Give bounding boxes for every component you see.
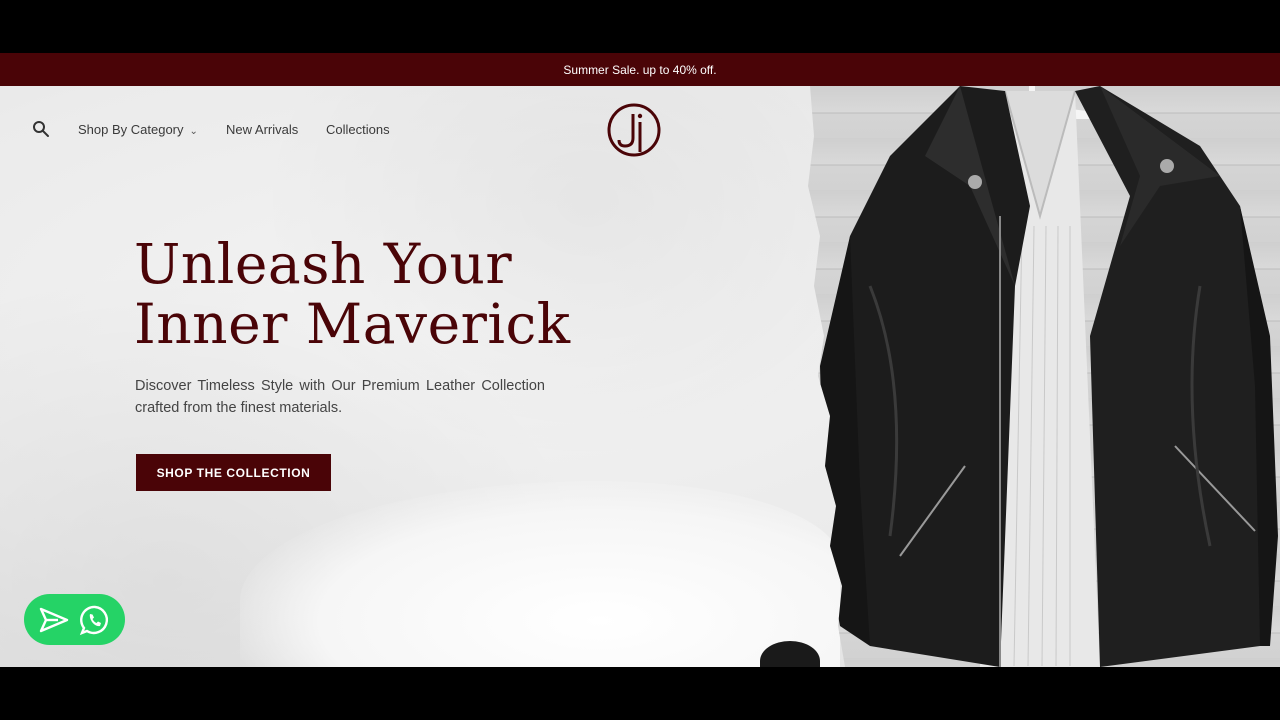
announcement-text: Summer Sale. up to 40% off.	[563, 62, 717, 77]
letterbox-top	[0, 0, 1280, 53]
brand-logo[interactable]	[606, 102, 662, 158]
nav-new-arrivals[interactable]: New Arrivals	[226, 122, 298, 137]
hero-title-line-2: Inner Maverick	[134, 292, 571, 356]
letterbox-bottom	[0, 667, 1280, 720]
search-icon[interactable]	[32, 120, 50, 138]
hero-title-line-1: Unleash Your	[134, 232, 513, 296]
hero-jacket-image	[808, 86, 1280, 667]
jacket-illustration	[820, 86, 1278, 667]
nav-label: Shop By Category	[78, 122, 184, 137]
site-header: Shop By Category ⌄ New Arrivals Collectio…	[0, 86, 800, 174]
send-icon[interactable]	[38, 604, 70, 636]
hero-title: Unleash Your Inner Maverick	[134, 234, 694, 354]
whatsapp-icon[interactable]	[79, 604, 111, 636]
nav-collections[interactable]: Collections	[326, 122, 390, 137]
hero-subtitle: Discover Timeless Style with Our Premium…	[135, 378, 545, 416]
chat-widget	[24, 594, 125, 645]
nav-label: Collections	[326, 122, 390, 137]
nav-label: New Arrivals	[226, 122, 299, 137]
nav-shop-by-category[interactable]: Shop By Category ⌄	[78, 122, 198, 137]
shop-collection-button[interactable]: SHOP THE COLLECTION	[136, 454, 331, 491]
announcement-bar: Summer Sale. up to 40% off.	[0, 53, 1280, 86]
chevron-down-icon: ⌄	[189, 126, 198, 137]
